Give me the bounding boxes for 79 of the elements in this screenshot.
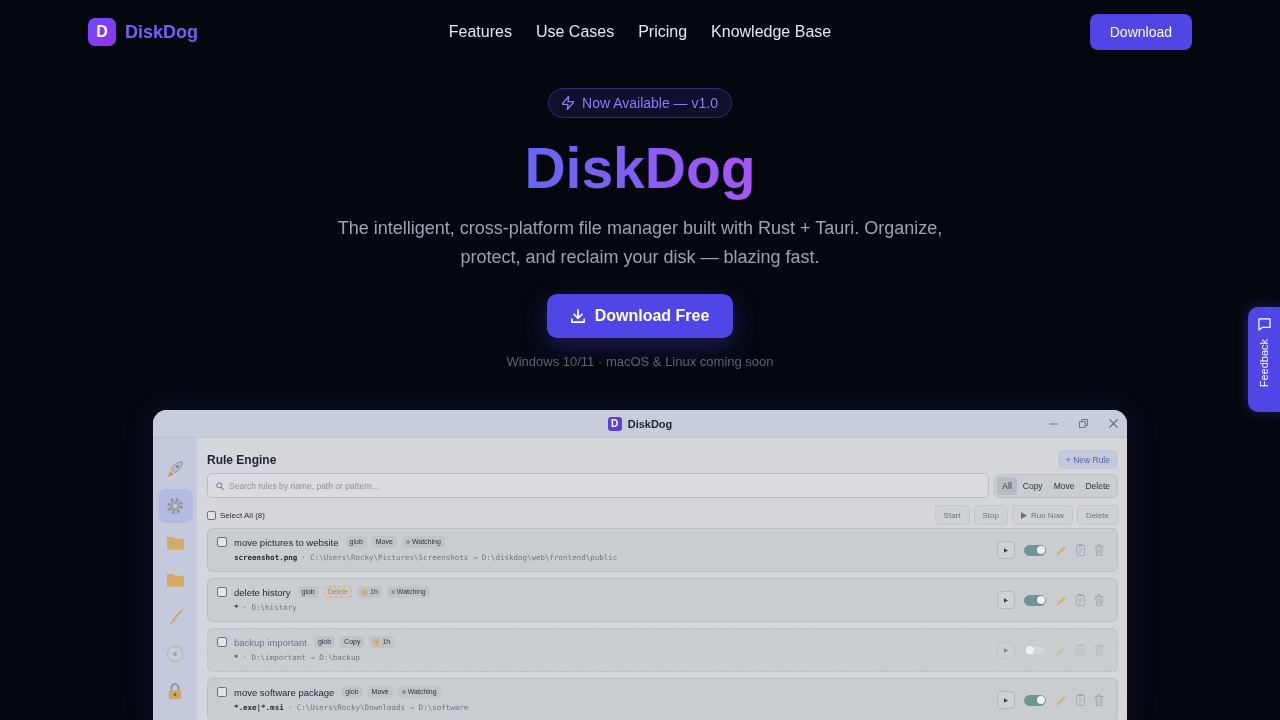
status-dot-icon [405, 540, 410, 544]
play-icon [1004, 547, 1008, 553]
platform-note: Windows 10/11 · macOS & Linux coming soon [506, 354, 774, 370]
select-all-label[interactable]: Select All (8) [220, 510, 265, 520]
download-button[interactable]: Download [1089, 14, 1192, 50]
close-icon[interactable] [1109, 419, 1118, 428]
window-title: DiskDog [627, 417, 673, 430]
trash-icon[interactable] [1094, 694, 1104, 706]
rule-checkbox[interactable] [217, 537, 227, 547]
toggle-switch[interactable] [1024, 594, 1046, 606]
folder-icon [166, 536, 184, 550]
lock-icon [168, 682, 182, 700]
trash-icon[interactable] [1094, 594, 1104, 606]
pencil-icon[interactable] [1056, 544, 1067, 556]
disc-icon [167, 646, 183, 662]
run-rule-button[interactable] [997, 591, 1015, 609]
status-dot-icon [390, 590, 395, 594]
pencil-icon[interactable] [1056, 594, 1067, 606]
run-rule-button[interactable] [997, 691, 1015, 709]
toolbar-button[interactable]: Delete [1076, 505, 1118, 525]
rule-checkbox[interactable] [217, 687, 227, 697]
play-icon [1004, 597, 1008, 603]
lightning-icon [562, 96, 575, 110]
run-rule-button[interactable] [997, 641, 1015, 659]
sidebar-button[interactable] [157, 489, 193, 523]
chat-icon [1257, 318, 1271, 331]
search-field[interactable]: Search rules by name, path or pattern... [207, 473, 990, 498]
rule-name: delete history [234, 586, 291, 598]
clipboard-icon[interactable] [1076, 644, 1085, 656]
app-logo-mark: D [607, 416, 622, 431]
search-icon [216, 481, 224, 490]
new-rule-button[interactable]: + New Rule [1057, 450, 1118, 469]
select-all-checkbox[interactable] [207, 510, 216, 520]
feedback-tab[interactable]: Feedback [1248, 307, 1280, 412]
hero-subtitle: The intelligent, cross-platform file manager built with Rust + Tauri. Organize, protect, and reclaim your disk — blazing fast. [336, 217, 944, 269]
page-heading: Rule Engine [207, 452, 277, 467]
brush-icon [167, 608, 183, 626]
rocket-icon [167, 461, 183, 477]
clipboard-icon[interactable] [1076, 594, 1085, 606]
rule-checkbox[interactable] [217, 587, 227, 597]
rule-name: move software package [234, 686, 335, 698]
toggle-switch[interactable] [1024, 544, 1046, 556]
minimize-icon[interactable] [1049, 422, 1058, 425]
alarm-clock-icon [361, 588, 368, 596]
toolbar-button[interactable]: Stop [973, 505, 1008, 525]
clipboard-icon[interactable] [1076, 694, 1085, 706]
filter-tab[interactable]: Delete [1080, 477, 1115, 495]
toolbar-button[interactable]: Run Now [1011, 505, 1073, 525]
play-icon [1020, 511, 1027, 519]
play-icon [1004, 697, 1008, 703]
pencil-icon[interactable] [1056, 644, 1067, 656]
download-free-button[interactable]: Download Free [546, 294, 734, 338]
nav-link[interactable]: Pricing [638, 23, 688, 41]
restore-icon[interactable] [1079, 419, 1088, 428]
trash-icon[interactable] [1094, 544, 1104, 556]
toggle-switch[interactable] [1024, 694, 1046, 706]
filter-tab[interactable]: All [997, 477, 1017, 495]
alarm-clock-icon [373, 638, 381, 646]
clipboard-icon[interactable] [1076, 544, 1085, 556]
gear-icon [167, 498, 183, 514]
rule-name: move pictures to website [234, 536, 339, 548]
folder-icon [166, 573, 184, 587]
play-icon [1004, 647, 1008, 653]
rule-name: backup important [234, 636, 307, 648]
toolbar-button[interactable]: Start [934, 505, 970, 525]
brand-name[interactable]: DiskDog [125, 21, 198, 43]
toggle-switch[interactable] [1024, 644, 1046, 656]
pencil-icon[interactable] [1056, 694, 1067, 706]
status-dot-icon [401, 690, 406, 694]
nav-link[interactable]: Features [448, 23, 512, 41]
nav-link[interactable]: Use Cases [535, 23, 615, 41]
nav-link[interactable]: Knowledge Base [711, 23, 832, 41]
release-badge-text: Now Available — v1.0 [582, 95, 718, 111]
filter-tab[interactable]: Move [1048, 477, 1080, 495]
logo-mark[interactable]: D [88, 18, 116, 46]
filter-tab[interactable]: Copy [1017, 477, 1048, 495]
rule-checkbox[interactable] [217, 637, 227, 647]
download-icon [570, 309, 585, 323]
run-rule-button[interactable] [997, 541, 1015, 559]
